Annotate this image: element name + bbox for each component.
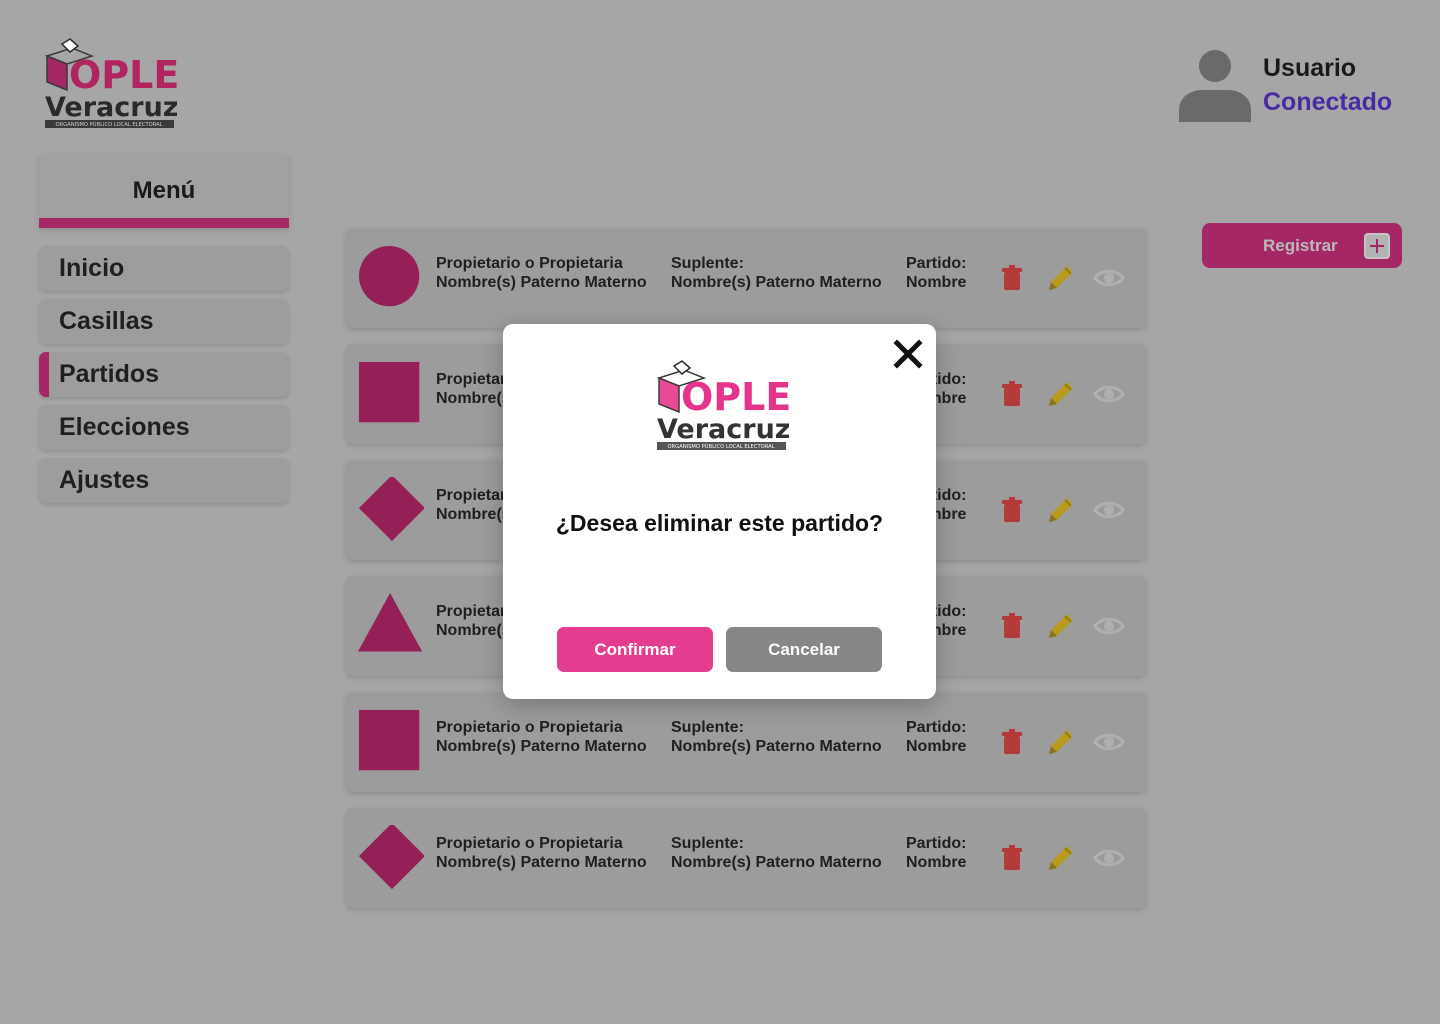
party-title: Partido: xyxy=(906,255,967,272)
substitute-name: Nombre(s) Paterno Materno xyxy=(671,274,882,291)
pencil-icon[interactable] xyxy=(1045,262,1077,294)
owner-info: Propietario o Propietaria Nombre(s) Pater… xyxy=(436,718,647,756)
owner-name: Nombre(s) Paterno Materno xyxy=(436,854,647,871)
svg-text:OPLE: OPLE xyxy=(69,53,177,97)
party-logo-diamond xyxy=(358,825,424,890)
sidebar-item-ajustes[interactable]: Ajustes xyxy=(39,458,289,503)
owner-info: Propietario o Propietaria Nombre(s) Pater… xyxy=(436,254,647,292)
trash-icon[interactable] xyxy=(996,378,1028,410)
substitute-title: Suplente: xyxy=(671,719,744,736)
owner-title: Propietario o Propietaria xyxy=(436,255,623,272)
eye-icon[interactable] xyxy=(1093,494,1125,526)
party-name: Nombre xyxy=(906,854,967,871)
sidebar-item-label: Ajustes xyxy=(59,466,150,494)
substitute-title: Suplente: xyxy=(671,835,744,852)
party-title: Partido: xyxy=(906,835,967,852)
active-indicator xyxy=(39,352,49,397)
ople-logo: OPLE Veracruz ORGANISMO PÚBLICO LOCAL EL… xyxy=(44,38,177,128)
owner-info: Propietario o Propietaria Nombre(s) Pater… xyxy=(436,834,647,872)
pencil-icon[interactable] xyxy=(1045,494,1077,526)
svg-text:Veracruz: Veracruz xyxy=(45,92,177,123)
pencil-icon[interactable] xyxy=(1045,726,1077,758)
sidebar-item-label: Elecciones xyxy=(59,413,190,441)
sidebar-item-casillas[interactable]: Casillas xyxy=(39,299,289,344)
trash-icon[interactable] xyxy=(996,610,1028,642)
sidebar-item-inicio[interactable]: Inicio xyxy=(39,246,289,291)
substitute-title: Suplente: xyxy=(671,255,744,272)
dialog-question: ¿Desea eliminar este partido? xyxy=(555,510,884,536)
user-avatar-icon xyxy=(1179,50,1251,122)
register-label: Registrar xyxy=(1263,236,1338,255)
owner-name: Nombre(s) Paterno Materno xyxy=(436,738,647,755)
party-card: Propietario o Propietaria Nombre(s) Pater… xyxy=(346,808,1146,908)
pencil-icon[interactable] xyxy=(1045,842,1077,874)
eye-icon[interactable] xyxy=(1093,262,1125,294)
owner-title: Propietario o Propietaria xyxy=(436,719,623,736)
substitute-name: Nombre(s) Paterno Materno xyxy=(671,854,882,871)
svg-text:Veracruz: Veracruz xyxy=(657,414,789,445)
party-card: Propietario o Propietaria Nombre(s) Pater… xyxy=(346,228,1146,328)
user-status[interactable]: Usuario Conectado xyxy=(1178,48,1418,122)
party-info: Partido: Nombre xyxy=(906,834,966,872)
svg-text:ORGANISMO PÚBLICO LOCAL ELECTO: ORGANISMO PÚBLICO LOCAL ELECTORAL xyxy=(667,443,774,450)
owner-name: Nombre(s) Paterno Materno xyxy=(436,274,647,291)
cancel-button[interactable]: Cancelar xyxy=(726,627,882,672)
connection-status: Conectado xyxy=(1263,88,1393,116)
party-name: Nombre xyxy=(906,738,967,755)
party-logo-square xyxy=(358,709,420,771)
plus-icon xyxy=(1364,233,1390,259)
register-button[interactable]: Registrar xyxy=(1202,223,1402,268)
party-logo-square xyxy=(358,361,420,423)
sidebar-item-label: Inicio xyxy=(59,254,125,282)
svg-text:ORGANISMO PÚBLICO LOCAL ELECTO: ORGANISMO PÚBLICO LOCAL ELECTORAL xyxy=(55,121,162,128)
trash-icon[interactable] xyxy=(996,842,1028,874)
substitute-name: Nombre(s) Paterno Materno xyxy=(671,738,882,755)
party-name: Nombre xyxy=(906,274,967,291)
party-title: Partido: xyxy=(906,719,967,736)
owner-title: Propietario o Propietaria xyxy=(436,835,623,852)
party-logo-diamond xyxy=(358,477,424,542)
sidebar-item-label: Casillas xyxy=(59,307,154,335)
svg-text:OPLE: OPLE xyxy=(681,375,789,419)
sidebar-item-elecciones[interactable]: Elecciones xyxy=(39,405,289,450)
menu-header-underline xyxy=(39,218,289,228)
delete-confirm-dialog: OPLE Veracruz ORGANISMO PÚBLICO LOCAL EL… xyxy=(503,324,936,699)
substitute-info: Suplente: Nombre(s) Paterno Materno xyxy=(671,718,882,756)
eye-icon[interactable] xyxy=(1093,378,1125,410)
party-logo-circle xyxy=(358,245,420,307)
user-name: Usuario xyxy=(1263,54,1357,82)
party-info: Partido: Nombre xyxy=(906,254,966,292)
party-card: Propietario o Propietaria Nombre(s) Pater… xyxy=(346,692,1146,792)
party-logo-triangle xyxy=(358,593,423,652)
substitute-info: Suplente: Nombre(s) Paterno Materno xyxy=(671,254,882,292)
sidebar-item-label: Partidos xyxy=(59,360,160,388)
eye-icon[interactable] xyxy=(1093,842,1125,874)
trash-icon[interactable] xyxy=(996,726,1028,758)
substitute-info: Suplente: Nombre(s) Paterno Materno xyxy=(671,834,882,872)
eye-icon[interactable] xyxy=(1093,610,1125,642)
party-info: Partido: Nombre xyxy=(906,718,966,756)
close-icon[interactable] xyxy=(891,337,925,371)
menu-header: Menú xyxy=(39,153,289,228)
confirm-button[interactable]: Confirmar xyxy=(557,627,713,672)
pencil-icon[interactable] xyxy=(1045,378,1077,410)
ople-logo: OPLE Veracruz ORGANISMO PÚBLICO LOCAL EL… xyxy=(656,360,789,450)
trash-icon[interactable] xyxy=(996,494,1028,526)
sidebar-item-partidos[interactable]: Partidos xyxy=(39,352,289,397)
trash-icon[interactable] xyxy=(996,262,1028,294)
menu-title: Menú xyxy=(132,177,196,204)
eye-icon[interactable] xyxy=(1093,726,1125,758)
pencil-icon[interactable] xyxy=(1045,610,1077,642)
